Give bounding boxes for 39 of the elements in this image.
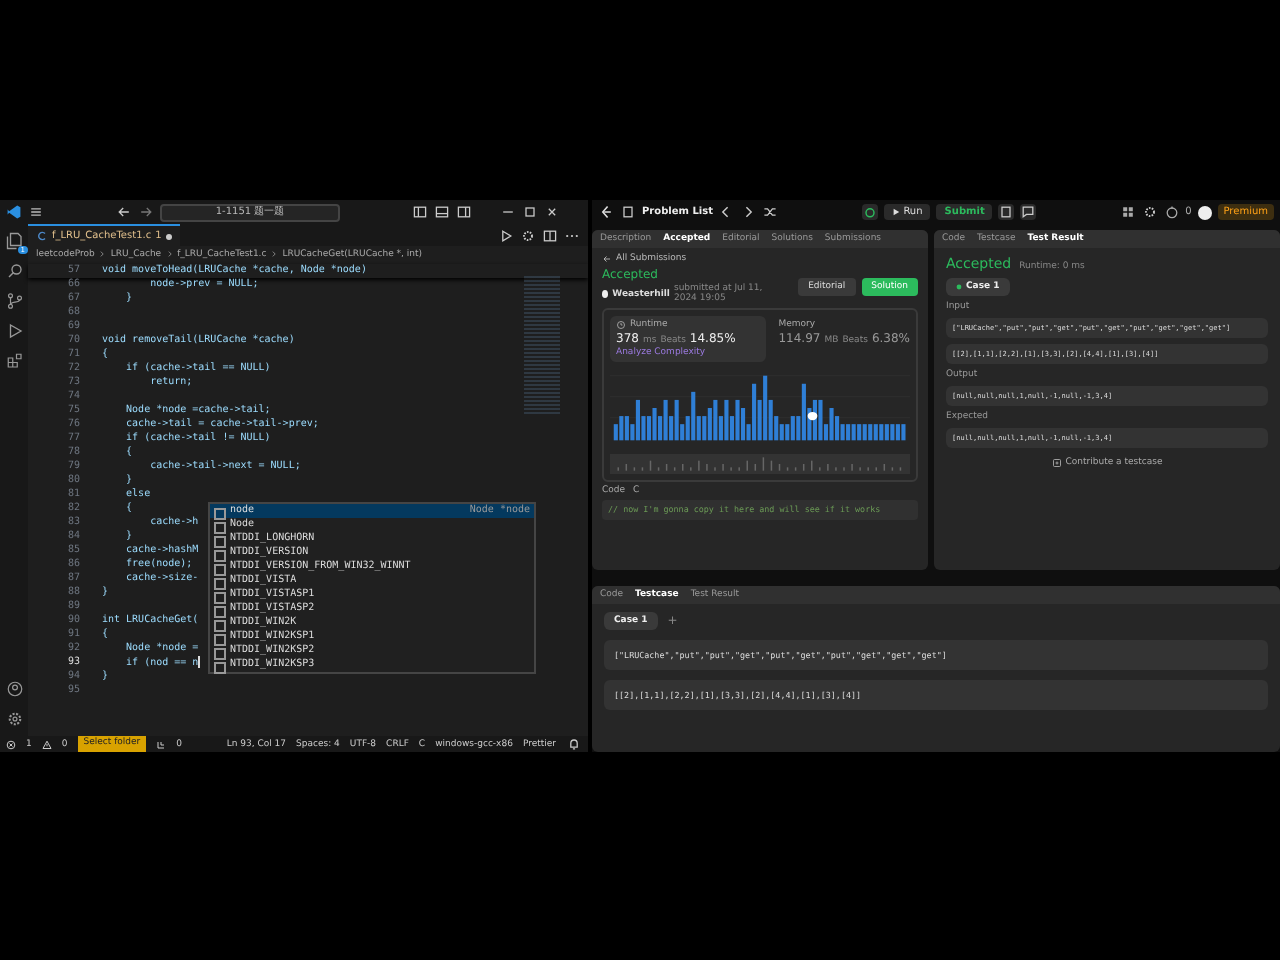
layout-icon[interactable] — [434, 204, 450, 220]
back-arrow-icon[interactable] — [602, 254, 612, 264]
shuffle-icon[interactable] — [762, 204, 779, 220]
run-debug-icon[interactable] — [5, 322, 23, 340]
play-icon — [891, 208, 900, 216]
bell-icon[interactable] — [566, 736, 582, 752]
check-dot-icon — [956, 284, 962, 290]
source-control-icon[interactable] — [5, 292, 23, 310]
close-icon[interactable] — [544, 204, 560, 220]
run-icon[interactable] — [498, 227, 514, 243]
settings-icon[interactable] — [1141, 204, 1158, 220]
warning-icon[interactable] — [41, 739, 52, 749]
layout-icon[interactable] — [412, 204, 428, 220]
maximize-icon[interactable] — [522, 204, 538, 220]
extensions-icon[interactable] — [5, 352, 23, 370]
menu-icon[interactable] — [28, 204, 44, 220]
settings-icon[interactable] — [5, 710, 23, 728]
comment-icon[interactable] — [1020, 204, 1037, 220]
range-slider-drawing[interactable] — [610, 454, 910, 474]
vscode-logo-icon — [6, 204, 22, 220]
account-icon[interactable] — [5, 680, 23, 698]
grid-icon[interactable] — [1119, 204, 1136, 220]
timer-icon[interactable] — [1163, 204, 1180, 220]
next-icon[interactable] — [740, 204, 757, 220]
minimap-drawing — [524, 274, 560, 414]
layout-icon[interactable] — [456, 204, 472, 220]
search-icon[interactable] — [5, 262, 23, 280]
clock-icon — [616, 320, 626, 330]
text-cursor — [198, 656, 200, 668]
settings-icon[interactable] — [520, 227, 536, 243]
add-square-icon[interactable] — [1051, 458, 1062, 468]
error-icon[interactable] — [6, 739, 16, 749]
user-avatar — [602, 290, 609, 298]
c-file-icon — [36, 230, 48, 242]
avatar[interactable] — [1197, 205, 1212, 219]
split-editor-icon[interactable] — [542, 227, 558, 243]
files-icon[interactable] — [5, 232, 23, 250]
back-arrow-icon[interactable] — [116, 204, 132, 220]
forward-arrow-icon[interactable] — [138, 204, 154, 220]
